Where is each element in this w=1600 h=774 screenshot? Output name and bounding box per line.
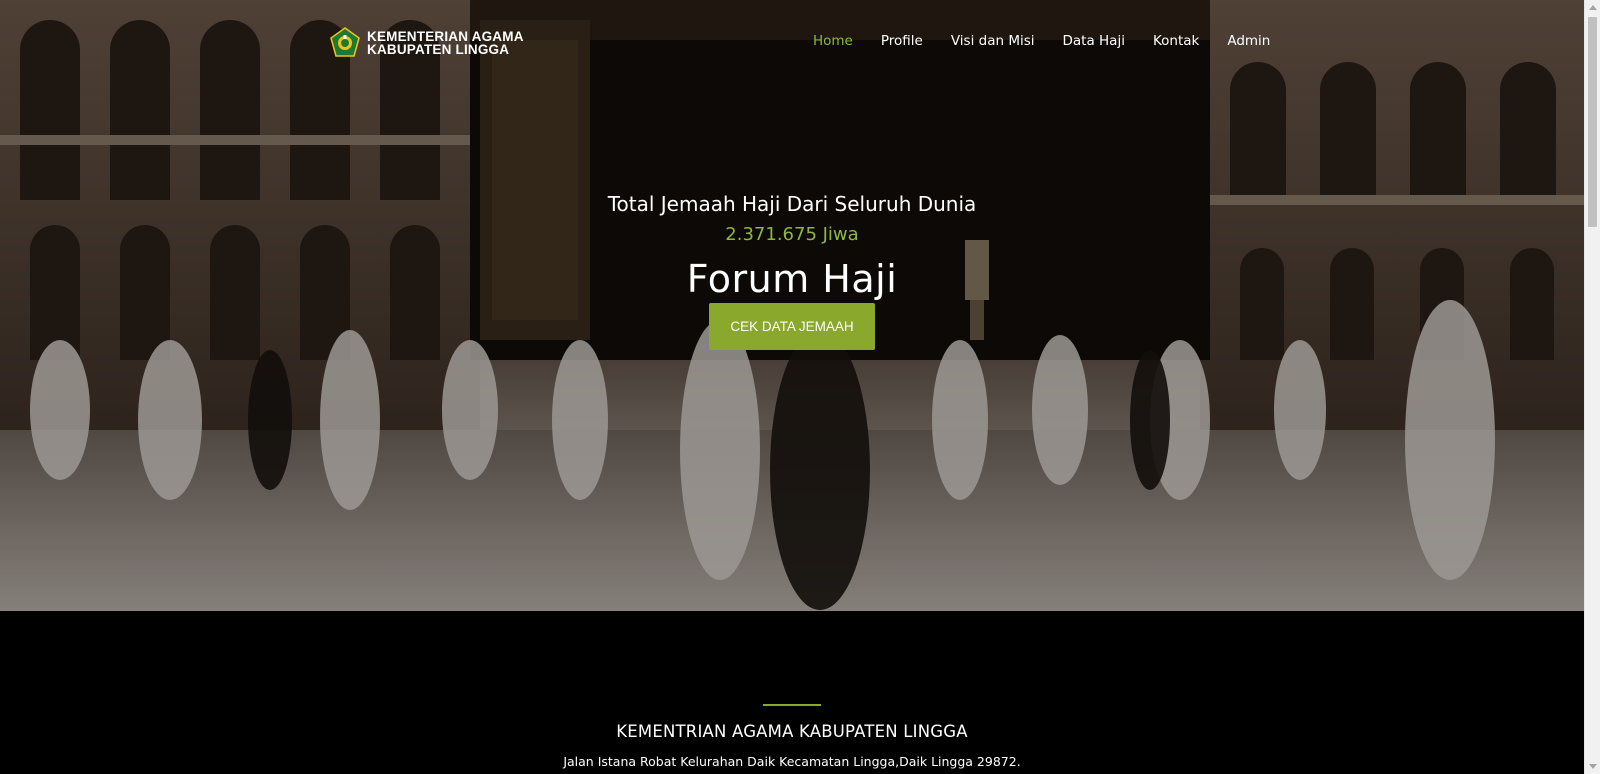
cek-data-jemaah-button[interactable]: CEK DATA JEMAAH: [709, 303, 875, 350]
site-footer: KEMENTRIAN AGAMA KABUPATEN LINGGA Jalan …: [0, 611, 1584, 774]
site-logo[interactable]: KEMENTERIAN AGAMA KABUPATEN LINGGA: [329, 27, 524, 59]
pilgrim-count: 2.371.675 Jiwa: [725, 224, 859, 245]
nav-visi-misi[interactable]: Visi dan Misi: [951, 33, 1035, 49]
vertical-scrollbar[interactable]: [1584, 0, 1600, 774]
hero-title: Forum Haji: [686, 257, 898, 301]
logo-line2: KABUPATEN LINGGA: [367, 42, 510, 57]
footer-divider: [763, 704, 821, 706]
hero-content: Total Jemaah Haji Dari Seluruh Dunia 2.3…: [0, 192, 1584, 350]
scroll-down-arrow-icon[interactable]: [1589, 764, 1597, 769]
nav-home[interactable]: Home: [813, 33, 853, 49]
nav-kontak[interactable]: Kontak: [1153, 33, 1199, 49]
main-nav: Home Profile Visi dan Misi Data Haji Kon…: [813, 33, 1298, 49]
footer-title: KEMENTRIAN AGAMA KABUPATEN LINGGA: [616, 722, 968, 741]
scroll-thumb[interactable]: [1588, 17, 1597, 227]
page-viewport: KEMENTERIAN AGAMA KABUPATEN LINGGA Home …: [0, 0, 1584, 774]
hero-subtitle: Total Jemaah Haji Dari Seluruh Dunia: [607, 192, 977, 216]
hero-section: KEMENTERIAN AGAMA KABUPATEN LINGGA Home …: [0, 0, 1584, 611]
site-header: KEMENTERIAN AGAMA KABUPATEN LINGGA Home …: [0, 0, 1584, 86]
nav-profile[interactable]: Profile: [881, 33, 923, 49]
nav-admin[interactable]: Admin: [1227, 33, 1270, 49]
footer-address: Jalan Istana Robat Kelurahan Daik Kecama…: [563, 754, 1021, 769]
scroll-up-arrow-icon[interactable]: [1589, 5, 1597, 10]
nav-data-haji[interactable]: Data Haji: [1063, 33, 1125, 49]
logo-text: KEMENTERIAN AGAMA KABUPATEN LINGGA: [367, 30, 524, 57]
kemenag-emblem-icon: [330, 27, 360, 57]
